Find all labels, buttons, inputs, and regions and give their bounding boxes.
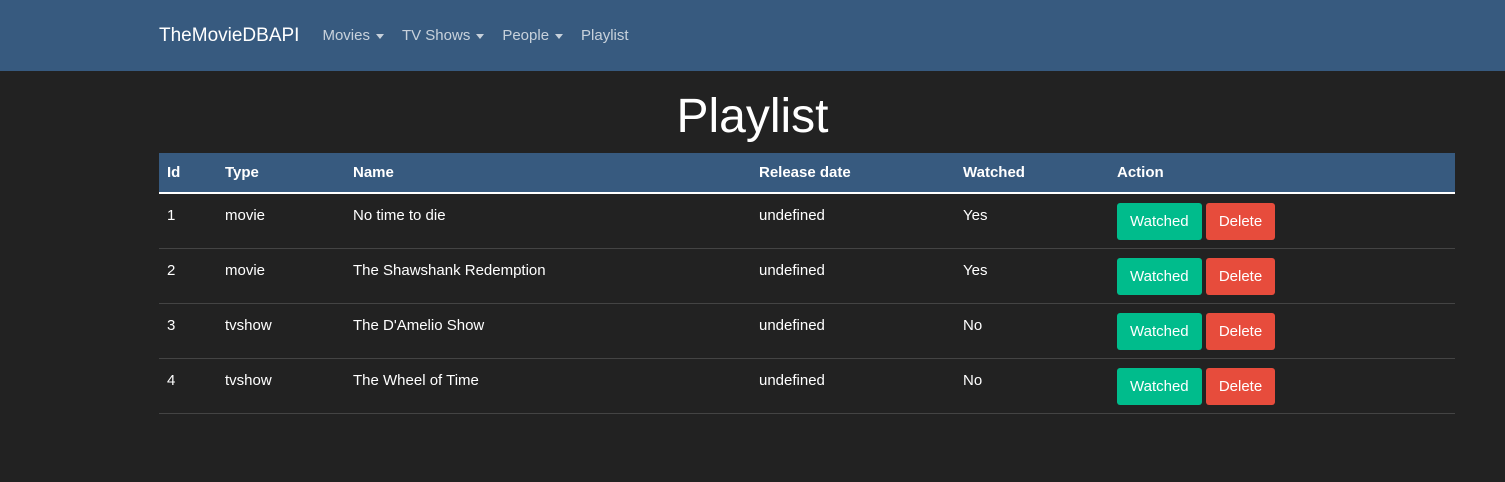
cell-watched: No xyxy=(963,316,983,334)
table-header-row: Id Type Name Release date Watched Action xyxy=(159,153,1455,194)
nav-tvshows-label: TV Shows xyxy=(401,27,471,44)
cell-actions: Watched Delete xyxy=(1109,193,1455,248)
cell-name: The D'Amelio Show xyxy=(353,316,485,334)
cell-type: movie xyxy=(225,261,266,279)
table-row: 4 tvshow The Wheel of Time undefined No … xyxy=(159,358,1455,413)
nav-playlist-label: Playlist xyxy=(581,27,629,44)
cell-name: The Wheel of Time xyxy=(353,371,479,389)
delete-button[interactable]: Delete xyxy=(1205,312,1276,350)
caret-down-icon xyxy=(375,33,384,39)
header-name: Name xyxy=(345,153,751,194)
nav-tvshows-dropdown[interactable]: TV Shows xyxy=(393,27,493,44)
header-id: Id xyxy=(159,153,217,194)
playlist-table: Id Type Name Release date Watched Action… xyxy=(159,153,1455,414)
cell-type: tvshow xyxy=(225,371,272,389)
cell-actions: Watched Delete xyxy=(1109,248,1455,303)
table-row: 2 movie The Shawshank Redemption undefin… xyxy=(159,248,1455,303)
header-type: Type xyxy=(217,153,345,194)
header-watched: Watched xyxy=(955,153,1109,194)
watched-button[interactable]: Watched xyxy=(1117,203,1202,240)
nav-people-label: People xyxy=(502,27,550,44)
cell-watched: No xyxy=(963,371,983,389)
cell-release-date: undefined xyxy=(759,371,825,389)
cell-type: movie xyxy=(225,207,266,224)
table-body: 1 movie No time to die undefined Yes Wat… xyxy=(159,193,1455,413)
nav-people-dropdown[interactable]: People xyxy=(493,27,572,44)
cell-name: No time to die xyxy=(353,207,446,224)
watched-button[interactable]: Watched xyxy=(1117,257,1202,295)
cell-name: The Shawshank Redemption xyxy=(353,261,546,279)
cell-id: 2 xyxy=(167,261,176,279)
header-action: Action xyxy=(1109,153,1455,194)
watched-button[interactable]: Watched xyxy=(1117,367,1202,405)
table-row: 3 tvshow The D'Amelio Show undefined No … xyxy=(159,303,1455,358)
nav-playlist-link[interactable]: Playlist xyxy=(572,27,638,44)
cell-release-date: undefined xyxy=(759,316,825,334)
delete-button[interactable]: Delete xyxy=(1205,203,1276,240)
page-title: Playlist xyxy=(676,90,829,143)
table-header: Id Type Name Release date Watched Action xyxy=(159,153,1455,194)
nav-movies-dropdown[interactable]: Movies xyxy=(313,27,393,44)
cell-id: 3 xyxy=(167,316,176,334)
cell-watched: Yes xyxy=(963,261,988,279)
caret-down-icon xyxy=(476,33,485,39)
cell-type: tvshow xyxy=(225,316,272,334)
cell-release-date: undefined xyxy=(759,207,825,224)
cell-watched: Yes xyxy=(963,207,988,224)
cell-id: 4 xyxy=(167,371,176,389)
caret-down-icon xyxy=(555,33,564,39)
cell-id: 1 xyxy=(167,207,176,224)
delete-button[interactable]: Delete xyxy=(1205,257,1276,295)
navbar: TheMovieDBAPI Movies TV Shows People Pla… xyxy=(0,0,1505,71)
cell-release-date: undefined xyxy=(759,261,825,279)
brand-link[interactable]: TheMovieDBAPI xyxy=(159,25,299,47)
delete-button[interactable]: Delete xyxy=(1205,367,1276,405)
header-release-date: Release date xyxy=(751,153,955,194)
nav-movies-label: Movies xyxy=(322,27,370,44)
watched-button[interactable]: Watched xyxy=(1117,312,1202,350)
cell-actions: Watched Delete xyxy=(1109,358,1455,413)
table-row: 1 movie No time to die undefined Yes Wat… xyxy=(159,193,1455,248)
cell-actions: Watched Delete xyxy=(1109,303,1455,358)
playlist-table-container: Id Type Name Release date Watched Action… xyxy=(159,153,1455,414)
